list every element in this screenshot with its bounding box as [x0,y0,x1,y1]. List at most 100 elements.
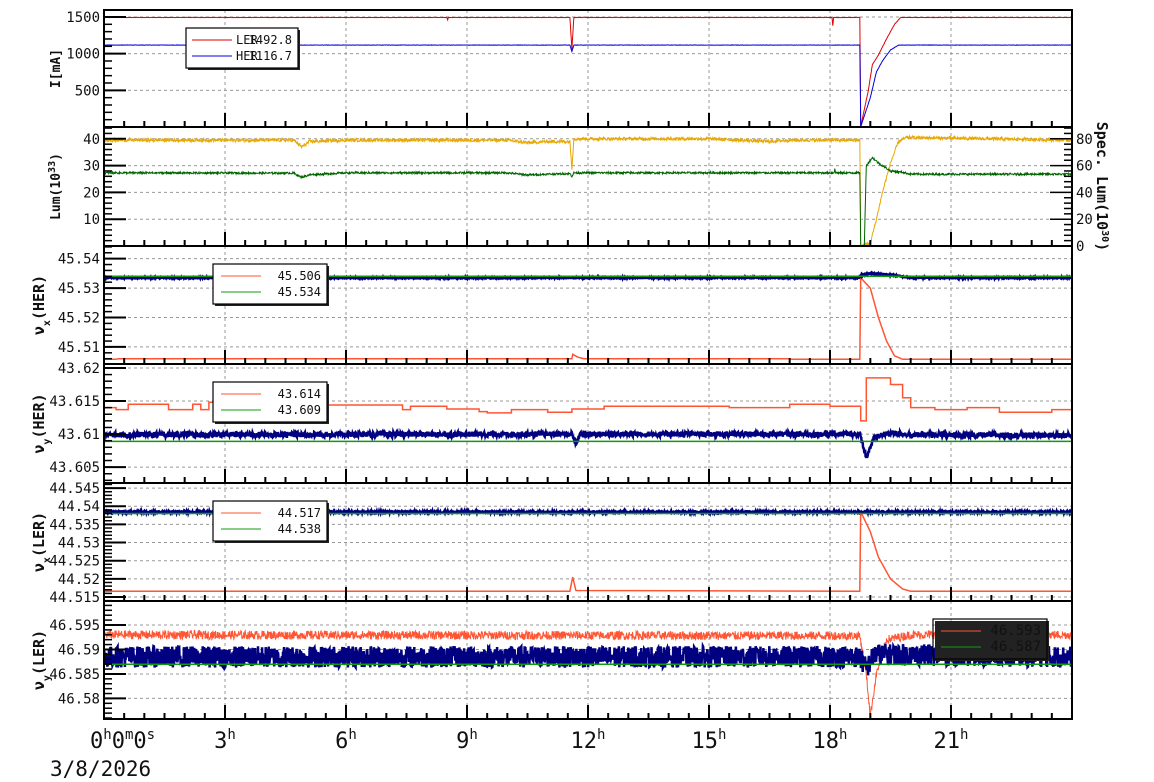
panel-current: 500 1000 1500 I[mA] LER1492.8HER1116.7 [49,9,1073,128]
x-tick-label: 9h [456,727,478,754]
label-part: (LER) [30,512,48,557]
y-tick-label: 1000 [66,47,100,63]
y-tick-label: 44.515 [49,590,100,606]
y-tick-label: 44.52 [58,572,100,588]
y-tick-label: 43.62 [58,361,100,377]
legend: 46.59346.587 [932,618,1049,661]
x-tick-label: 18h [813,727,848,754]
y-tick-label: 46.585 [49,667,100,683]
tick-part: h [839,727,847,743]
legend-value: 45.506 [278,269,321,283]
label-part: ν [30,563,48,572]
tick-part: 0 [112,729,125,754]
label-part: (HER) [30,275,48,320]
date-label: 3/8/2026 [50,757,151,781]
y-tick-label: 44.53 [58,536,100,552]
legend-value: 1116.7 [249,49,292,63]
y-tick-label: 45.54 [58,252,100,268]
tick-part: s [147,727,155,743]
y-tick-label: 43.615 [49,394,100,410]
label-part: 30 [1100,230,1111,242]
tick-part: h [469,727,477,743]
tick-part: h [348,727,356,743]
y-axis-label: I[mA] [49,49,64,88]
y-tick-label: 20 [83,185,100,201]
legend: 45.506 45.534 [212,263,329,306]
tick-part: h [960,727,968,743]
y-tick-label: 40 [83,132,100,148]
tick-part: 9 [456,729,469,754]
chart: 50010001500I[mA]LER1492.8HER1116.7102030… [30,9,1112,781]
tick-part: h [227,727,235,743]
right-axis-label: Spec. Lum(1030) [1093,122,1111,251]
tick-part: 21 [934,729,961,754]
right-y-tick-label: 40 [1076,185,1093,201]
x-tick-label: 12h [571,727,606,754]
tick-part: 0 [90,729,103,754]
y-tick-label: 44.525 [49,554,100,570]
panel-nux-ler: 44.515 44.52 44.525 44.53 44.535 44.54 44.545 ν… [30,481,1073,606]
tick-part: h [597,727,605,743]
legend-value: 45.534 [278,285,321,299]
label-part: ) [49,153,64,161]
label-part: Lum(10 [49,173,64,220]
y-axis-label: νx(HER) [30,275,53,335]
legend-value: 43.614 [278,387,321,401]
y-tick-label: 45.53 [58,281,100,297]
x-tick-label: 6h [335,727,357,754]
tick-part: 0 [133,729,146,754]
y-axis-label: Lum(1033) [47,153,65,220]
x-tick-label: 21h [934,727,969,754]
tick-part: 12 [571,729,598,754]
legend: 43.614 43.609 [212,381,329,424]
y-tick-label: 43.61 [58,427,100,443]
label-part: ν [30,681,48,690]
y-tick-label: 45.51 [58,340,100,356]
y-axis-label: νy(LER) [30,630,53,690]
panel-nux-her: 45.51 45.52 45.53 45.54 νx(HER) 45.506 45.534 [30,245,1073,365]
legend-value: 1492.8 [249,33,292,47]
panel-nuy-ler: 46.58 46.585 46.59 46.595νy(LER) 46.59346.58… [30,600,1073,720]
tick-part: 18 [813,729,840,754]
y-tick-label: 46.595 [49,618,100,634]
panel-nuy-her: 43.60543.6143.61543.62νy(HER) 43.61443.60… [30,361,1073,484]
label-part: ν [30,326,48,335]
tick-part: 6 [335,729,348,754]
y-tick-label: 30 [83,159,100,175]
panel-frame [103,126,1073,247]
legend: 44.517 44.538 [212,500,329,543]
x-tick-label: 0h0m0s [90,727,155,754]
y-tick-label: 46.59 [58,642,100,658]
right-y-tick-label: 0 [1076,239,1084,255]
series-measured [104,641,1072,676]
legend-value: 43.609 [278,403,321,417]
legend-value: 46.593 [990,623,1041,639]
y-tick-label: 44.545 [49,481,100,497]
tick-part: m [125,727,133,743]
legend-value: 44.538 [278,522,321,536]
y-tick-label: 44.535 [49,517,100,533]
label-part: ) [1093,242,1111,251]
label-part: I[mA] [49,49,64,88]
right-y-tick-label: 60 [1076,159,1093,175]
right-y-tick-label: 80 [1076,132,1093,148]
tick-part: h [718,727,726,743]
tick-part: 3 [214,729,227,754]
tick-part: h [103,727,111,743]
x-tick-label: 15h [692,727,727,754]
legend: LER1492.8HER1116.7 [185,27,300,70]
panel-luminosity: 10203040Lum(1033)020406080 Spec. Lum(1030… [47,122,1112,255]
tick-part: 15 [692,729,719,754]
x-tick-label: 3h [214,727,236,754]
label-part: Spec. Lum(10 [1093,122,1111,230]
label-part: 33 [47,161,58,173]
label-part: (HER) [30,393,48,438]
y-tick-label: 46.58 [58,691,100,707]
y-tick-label: 500 [75,83,100,99]
y-tick-label: 45.52 [58,311,100,327]
y-tick-label: 44.54 [58,499,100,515]
label-part: (LER) [30,630,48,675]
label-part: ν [30,445,48,454]
right-y-tick-label: 20 [1076,212,1093,228]
legend-value: 46.587 [990,639,1041,655]
